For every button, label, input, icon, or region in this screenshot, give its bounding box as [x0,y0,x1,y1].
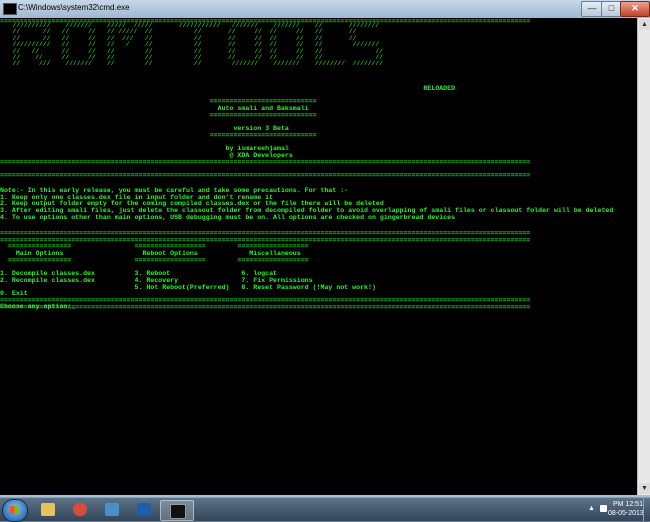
taskbar-item-cmd[interactable] [160,500,194,521]
action-center-flag-icon[interactable] [600,505,607,512]
taskbar: ▲ PM 12:51 08-05-2013 [0,497,650,522]
window-title: C:\Windows\system32\cmd.exe [18,3,130,12]
taskbar-item-explorer[interactable] [32,500,64,519]
chrome-icon [73,503,87,516]
start-button[interactable] [2,499,28,522]
show-desktop-button[interactable] [643,498,650,521]
explorer-icon [41,503,55,516]
cmd-icon [170,504,186,519]
console-output[interactable]: ////////// /////// ///// ///// /////////… [0,18,637,495]
title-bar[interactable]: C:\Windows\system32\cmd.exe — □ ✕ [0,0,650,18]
console-notes: Note:- In this early release, you must b… [0,187,614,221]
clock-time[interactable]: PM 12:51 [613,501,643,508]
system-tray: ▲ PM 12:51 08-05-2013 [588,498,648,521]
clock-date[interactable]: 08-05-2013 [608,510,644,517]
taskbar-item-photo-viewer[interactable] [96,500,128,519]
scroll-up-icon[interactable]: ▲ [639,19,650,30]
vertical-scrollbar[interactable]: ▲ ▼ [637,18,650,495]
close-button[interactable]: ✕ [620,1,650,17]
taskbar-item-chrome[interactable] [64,500,96,519]
taskbar-item-visual-studio[interactable] [128,500,160,519]
visual-studio-icon [137,503,151,516]
photo-viewer-icon [105,503,119,516]
windows-logo-icon [10,506,19,514]
console-header: ========================================… [0,18,531,180]
cmd-window-icon [3,3,17,15]
scroll-down-icon[interactable]: ▼ [639,483,650,494]
console-menu: ========================================… [0,230,531,311]
console-prompt[interactable]: Choose any option:_ [0,303,75,311]
maximize-button[interactable]: □ [601,1,622,17]
cmd-window: C:\Windows\system32\cmd.exe — □ ✕ //////… [0,0,650,497]
minimize-button[interactable]: — [581,1,603,17]
chevron-up-icon[interactable]: ▲ [588,505,595,512]
